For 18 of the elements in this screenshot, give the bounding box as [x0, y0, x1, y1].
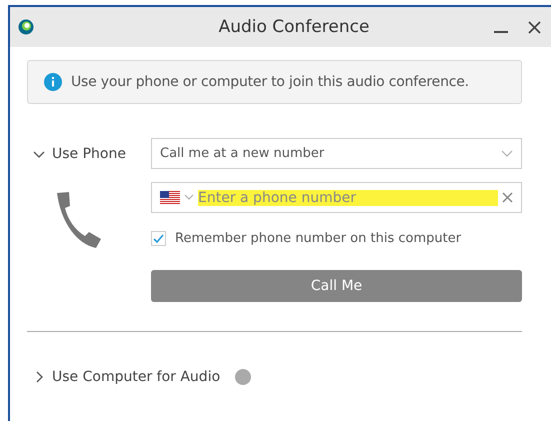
- help-icon[interactable]: [235, 369, 252, 385]
- section-toggle[interactable]: Use Phone: [33, 146, 126, 162]
- chevron-down-icon: [501, 150, 513, 158]
- app-logo-icon: [18, 19, 34, 35]
- chevron-down-icon: [184, 194, 194, 201]
- window-title: Audio Conference: [218, 17, 370, 37]
- phone-handset-icon: [55, 191, 103, 249]
- clear-icon[interactable]: [502, 192, 513, 203]
- call-me-button[interactable]: Call Me: [151, 270, 522, 302]
- info-icon: [44, 73, 62, 91]
- remember-checkbox[interactable]: [151, 231, 166, 246]
- flag-icon: [160, 191, 180, 204]
- close-icon[interactable]: [528, 20, 541, 34]
- call-option-dropdown[interactable]: Call me at a new number: [151, 138, 522, 169]
- phone-number-field[interactable]: Enter a phone number: [151, 182, 522, 213]
- remember-label: Remember phone number on this computer: [175, 231, 462, 246]
- info-text: Use your phone or computer to join this audio conference.: [71, 74, 469, 90]
- section-toggle[interactable]: Use Computer for Audio: [33, 369, 220, 385]
